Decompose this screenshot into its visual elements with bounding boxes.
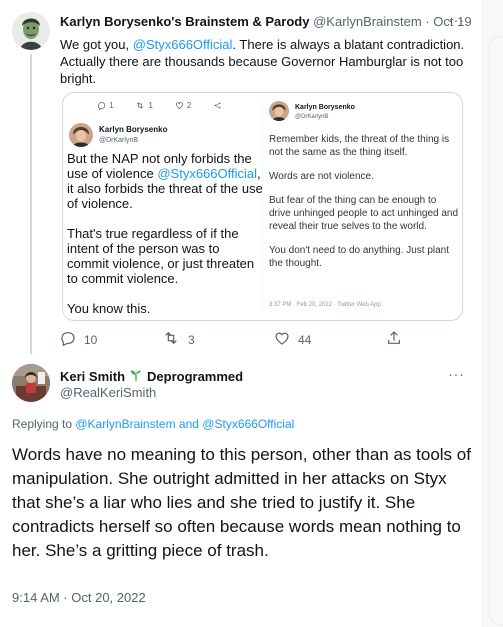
avatar[interactable] bbox=[12, 364, 50, 402]
tweet-text: We got you, @Styx666Official. There is a… bbox=[60, 36, 468, 87]
thread-connector bbox=[30, 54, 32, 354]
avatar bbox=[69, 123, 93, 147]
embedded-tweet-text: But the NAP not only forbids the use of … bbox=[67, 151, 263, 320]
more-icon[interactable]: ··· bbox=[448, 12, 465, 28]
display-name[interactable]: Karlyn Borysenko's Brainstem & Parody bbox=[60, 14, 309, 29]
retweet-icon: 1 bbox=[135, 101, 153, 110]
text-segment: We got you, bbox=[60, 37, 133, 52]
avatar[interactable] bbox=[12, 12, 50, 50]
mini-reply-count: 1 bbox=[109, 101, 114, 110]
tweet-timestamp[interactable]: 9:14 AM · Oct 20, 2022 bbox=[12, 590, 146, 605]
tweet-action-bar: 10 3 44 bbox=[60, 330, 400, 348]
embedded-paragraph: Remember kids, the threat of the thing i… bbox=[269, 134, 450, 158]
image-action-row: 1 1 2 bbox=[97, 101, 222, 110]
embedded-name: Karlyn Borysenko bbox=[295, 104, 355, 111]
mini-retweet-count: 1 bbox=[148, 101, 153, 110]
embedded-paragraph: Words are not violence. bbox=[269, 171, 374, 182]
sidebar-panel bbox=[489, 36, 503, 626]
replying-to: Replying to @KarlynBrainstem and @Styx66… bbox=[12, 417, 294, 431]
name-badge-text: Deprogrammed bbox=[147, 369, 244, 384]
sprout-icon bbox=[129, 368, 143, 385]
replying-conjunction: and bbox=[175, 417, 203, 431]
embedded-paragraph: That's true regardless of if the intent … bbox=[67, 226, 255, 286]
like-icon bbox=[274, 330, 290, 349]
avatar bbox=[269, 101, 289, 121]
reply-count: 10 bbox=[84, 332, 98, 347]
embedded-tweet-text: Remember kids, the threat of the thing i… bbox=[269, 133, 459, 281]
embedded-handle: @DrKarlynB bbox=[99, 137, 139, 144]
retweet-icon bbox=[162, 330, 180, 349]
embedded-paragraph: But fear of the thing can be enough to d… bbox=[269, 195, 459, 232]
handle[interactable]: @RealKeriSmith bbox=[60, 385, 156, 400]
mention-link[interactable]: @Styx666Official bbox=[133, 37, 233, 52]
tweet-header: Karlyn Borysenko's Brainstem & Parody @K… bbox=[60, 14, 472, 29]
embedded-paragraph: You don't need to do anything. Just plan… bbox=[269, 245, 450, 269]
reply-icon: 1 bbox=[97, 101, 113, 110]
share-icon bbox=[213, 101, 222, 110]
name-text: Keri Smith bbox=[60, 369, 126, 384]
display-name[interactable]: Keri Smith Deprogrammed bbox=[60, 368, 243, 385]
like-icon: 2 bbox=[175, 101, 191, 110]
like-count: 44 bbox=[298, 332, 312, 347]
handle[interactable]: @KarlynBrainstem bbox=[313, 14, 422, 29]
more-icon[interactable]: ··· bbox=[448, 366, 465, 382]
embedded-mention: @Styx666Official bbox=[157, 166, 258, 181]
reply-icon bbox=[60, 330, 76, 349]
share-icon bbox=[386, 330, 402, 349]
tweet-keri-smith[interactable]: Keri Smith Deprogrammed @RealKeriSmith ·… bbox=[0, 352, 480, 627]
retweet-button[interactable]: 3 bbox=[162, 330, 195, 349]
right-sidebar-edge bbox=[482, 0, 503, 627]
mention-link[interactable]: @Styx666Official bbox=[202, 417, 294, 431]
share-button[interactable] bbox=[386, 330, 402, 349]
embedded-handle: @DrKarlynB bbox=[295, 114, 329, 120]
like-button[interactable]: 44 bbox=[274, 330, 311, 349]
tweet-text: Words have no meaning to this person, ot… bbox=[12, 445, 471, 560]
tweet-karlyn-brainstem[interactable]: Karlyn Borysenko's Brainstem & Parody @K… bbox=[0, 0, 480, 354]
reply-button[interactable]: 10 bbox=[60, 330, 97, 349]
screenshot-image[interactable]: 1 1 2 Karlyn Borysenko @DrKarlynB But th… bbox=[62, 92, 463, 321]
embedded-name: Karlyn Borysenko bbox=[99, 125, 168, 134]
embedded-timestamp: 3:37 PM · Feb 20, 2022 · Twitter Web App bbox=[269, 302, 381, 308]
mini-like-count: 2 bbox=[186, 101, 192, 110]
image-divider bbox=[262, 101, 263, 311]
replying-label: Replying to bbox=[12, 417, 76, 431]
separator: · bbox=[425, 14, 430, 29]
mention-link[interactable]: @KarlynBrainstem bbox=[75, 417, 175, 431]
retweet-count: 3 bbox=[188, 332, 195, 347]
embedded-paragraph: You know this. bbox=[67, 301, 151, 316]
